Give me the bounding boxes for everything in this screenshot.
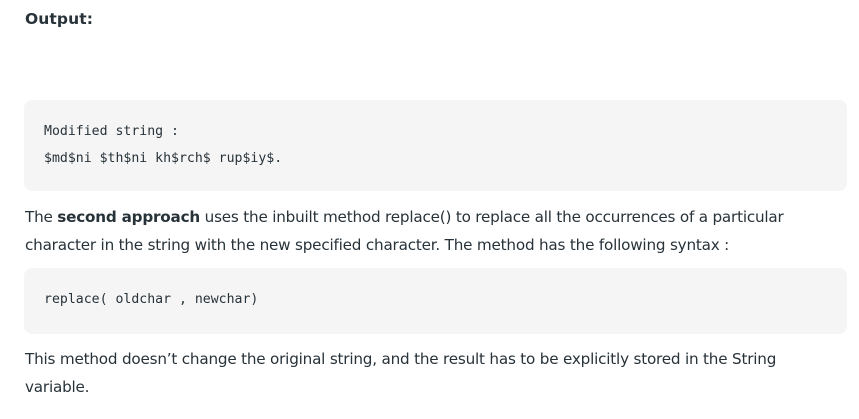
paragraph-explanation: This method doesn’t change the original … (25, 345, 825, 401)
paragraph-explanation-line-2: variable. (25, 378, 90, 396)
paragraph-text-line-2: character in the string with the new spe… (25, 236, 730, 254)
paragraph-explanation-line-1: This method doesn’t change the original … (25, 350, 777, 368)
syntax-line: replace( oldchar , newchar) (44, 292, 259, 307)
paragraph-text-continued: uses the inbuilt method replace() to rep… (200, 208, 784, 226)
output-heading: Output: (25, 10, 94, 28)
paragraph-second-approach: The second approach uses the inbuilt met… (25, 203, 825, 259)
syntax-code-block: replace( oldchar , newchar) (24, 268, 847, 334)
output-line-1: Modified string : (44, 124, 179, 139)
output-code-block: Modified string : $md$ni $th$ni kh$rch$ … (24, 100, 847, 191)
bold-phrase: second approach (57, 208, 201, 226)
article-content: Output: Modified string : $md$ni $th$ni … (0, 0, 859, 419)
output-line-2: $md$ni $th$ni kh$rch$ rup$iy$. (44, 151, 283, 166)
paragraph-text-start: The (25, 208, 58, 226)
